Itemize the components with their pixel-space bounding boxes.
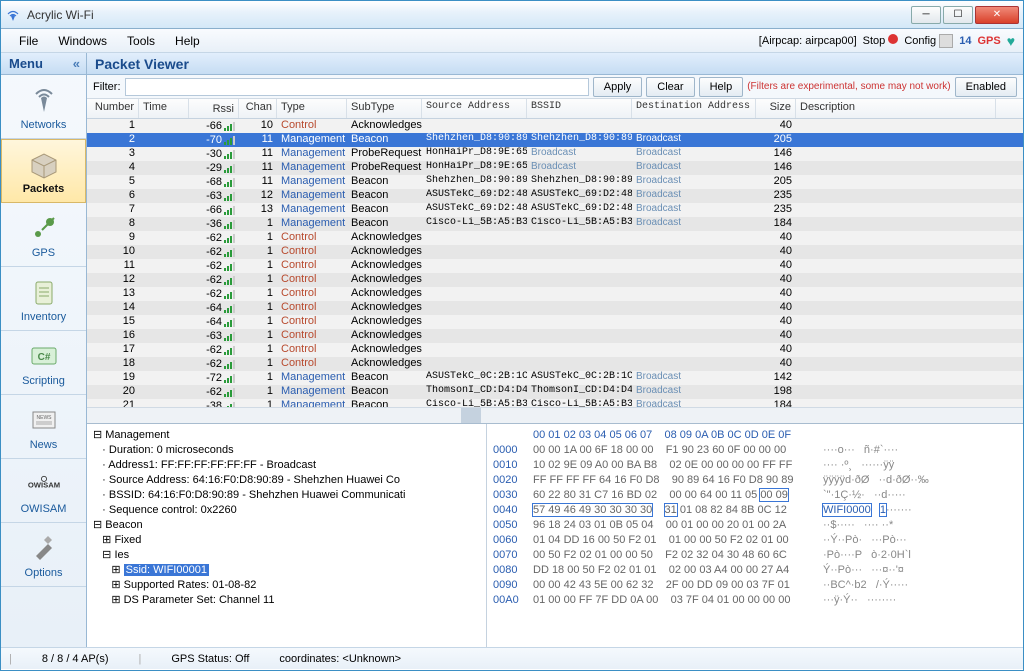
table-row[interactable]: 6-6312ManagementBeaconASUSTekC_69:D2:48A… — [87, 189, 1023, 203]
sidebar-item-options[interactable]: Options — [1, 523, 86, 587]
col-size[interactable]: Size — [756, 99, 796, 118]
table-row[interactable]: 7-6613ManagementBeaconASUSTekC_69:D2:48A… — [87, 203, 1023, 217]
table-row[interactable]: 14-641ControlAcknowledges40 — [87, 301, 1023, 315]
grid-header[interactable]: Number Time Rssi Chan Type SubType Sourc… — [87, 99, 1023, 119]
antenna-icon — [27, 83, 61, 117]
help-button[interactable]: Help — [699, 77, 744, 97]
col-number[interactable]: Number — [87, 99, 139, 118]
table-row[interactable]: 4-2911ManagementProbeRequestHonHaiPr_D8:… — [87, 161, 1023, 175]
col-time[interactable]: Time — [139, 99, 189, 118]
col-subtype[interactable]: SubType — [347, 99, 422, 118]
hex-pane[interactable]: 0000001000200030004000500060007000800090… — [487, 424, 1023, 647]
status-gps: GPS Status: Off — [171, 653, 249, 665]
col-desc[interactable]: Description — [796, 99, 996, 118]
satellite-icon — [27, 211, 61, 245]
ap-count: 14 — [959, 35, 971, 47]
menubar: File Windows Tools Help [Airpcap: airpca… — [1, 29, 1023, 53]
sidebar-item-gps[interactable]: GPS — [1, 203, 86, 267]
menu-help[interactable]: Help — [165, 31, 210, 51]
sidebar-header[interactable]: Menu« — [1, 53, 86, 75]
svg-text:NEWS: NEWS — [36, 415, 52, 421]
table-row[interactable]: 3-3011ManagementProbeRequestHonHaiPr_D8:… — [87, 147, 1023, 161]
filter-bar: Filter: Apply Clear Help (Filters are ex… — [87, 75, 1023, 99]
sidebar: Menu« Networks Packets GPS Inventory C# … — [1, 53, 87, 647]
menu-windows[interactable]: Windows — [48, 31, 117, 51]
minimize-button[interactable]: ─ — [911, 6, 941, 24]
statusbar: | 8 / 8 / 4 AP(s) | GPS Status: Off coor… — [1, 647, 1023, 669]
col-dest[interactable]: Destination Address — [632, 99, 756, 118]
filter-warning: (Filters are experimental, some may not … — [747, 81, 950, 92]
clipboard-icon — [27, 275, 61, 309]
col-bssid[interactable]: BSSID — [527, 99, 632, 118]
table-row[interactable]: 17-621ControlAcknowledges40 — [87, 343, 1023, 357]
menu-file[interactable]: File — [9, 31, 48, 51]
main-panel: Packet Viewer Filter: Apply Clear Help (… — [87, 53, 1023, 647]
airpcap-status: [Airpcap: airpcap00] — [759, 35, 857, 47]
table-row[interactable]: 1-6610ControlAcknowledges40 — [87, 119, 1023, 133]
table-row[interactable]: 11-621ControlAcknowledges40 — [87, 259, 1023, 273]
tools-icon — [27, 531, 61, 565]
table-row[interactable]: 15-641ControlAcknowledges40 — [87, 315, 1023, 329]
table-row[interactable]: 12-621ControlAcknowledges40 — [87, 273, 1023, 287]
horizontal-scrollbar[interactable] — [87, 407, 1023, 423]
table-row[interactable]: 9-621ControlAcknowledges40 — [87, 231, 1023, 245]
sidebar-item-networks[interactable]: Networks — [1, 75, 86, 139]
detail-split: ⊟ Management · Duration: 0 microseconds … — [87, 424, 1023, 647]
grid-body[interactable]: 1-6610ControlAcknowledges402-7011Managem… — [87, 119, 1023, 407]
app-title: Acrylic Wi-Fi — [27, 8, 94, 22]
table-row[interactable]: 21-381ManagementBeaconCisco-Li_5B:A5:B3C… — [87, 399, 1023, 407]
sidebar-item-scripting[interactable]: C# Scripting — [1, 331, 86, 395]
sidebar-item-packets[interactable]: Packets — [1, 139, 86, 203]
table-row[interactable]: 5-6811ManagementBeaconShehzhen_D8:90:89S… — [87, 175, 1023, 189]
config-icon — [939, 34, 953, 48]
owisam-icon: OWISAM — [27, 467, 61, 501]
svg-text:C#: C# — [37, 352, 50, 363]
maximize-button[interactable]: ☐ — [943, 6, 973, 24]
sidebar-item-owisam[interactable]: OWISAM OWISAM — [1, 459, 86, 523]
col-chan[interactable]: Chan — [239, 99, 277, 118]
clear-button[interactable]: Clear — [646, 77, 694, 97]
sidebar-item-news[interactable]: NEWS News — [1, 395, 86, 459]
col-type[interactable]: Type — [277, 99, 347, 118]
status-aps: 8 / 8 / 4 AP(s) — [42, 653, 109, 665]
apply-button[interactable]: Apply — [593, 77, 643, 97]
sidebar-item-inventory[interactable]: Inventory — [1, 267, 86, 331]
table-row[interactable]: 10-621ControlAcknowledges40 — [87, 245, 1023, 259]
col-source[interactable]: Source Address — [422, 99, 527, 118]
table-row[interactable]: 16-631ControlAcknowledges40 — [87, 329, 1023, 343]
filter-label: Filter: — [93, 81, 121, 93]
enabled-button[interactable]: Enabled — [955, 77, 1017, 97]
stop-button[interactable]: Stop — [863, 34, 899, 47]
heart-icon: ♥ — [1007, 33, 1015, 49]
box-icon — [27, 147, 61, 181]
table-row[interactable]: 19-721ManagementBeaconASUSTekC_0C:2B:1CA… — [87, 371, 1023, 385]
table-row[interactable]: 20-621ManagementBeaconThomsonI_CD:D4:D4T… — [87, 385, 1023, 399]
app-icon — [5, 7, 21, 23]
table-row[interactable]: 13-621ControlAcknowledges40 — [87, 287, 1023, 301]
titlebar: Acrylic Wi-Fi ─ ☐ ✕ — [1, 1, 1023, 29]
gps-indicator: GPS — [977, 35, 1000, 47]
table-row[interactable]: 2-7011ManagementBeaconShehzhen_D8:90:89S… — [87, 133, 1023, 147]
tree-ssid-line[interactable]: ⊞ Ssid: WIFI00001 — [93, 563, 480, 578]
menu-tools[interactable]: Tools — [117, 31, 165, 51]
tree-pane[interactable]: ⊟ Management · Duration: 0 microseconds … — [87, 424, 487, 647]
config-button[interactable]: Config — [904, 34, 953, 48]
status-coords: coordinates: <Unknown> — [279, 653, 401, 665]
col-rssi[interactable]: Rssi — [189, 99, 239, 118]
record-icon — [888, 34, 898, 44]
news-icon: NEWS — [27, 403, 61, 437]
csharp-icon: C# — [27, 339, 61, 373]
table-row[interactable]: 8-361ManagementBeaconCisco-Li_5B:A5:B3Ci… — [87, 217, 1023, 231]
close-button[interactable]: ✕ — [975, 6, 1019, 24]
filter-input[interactable] — [125, 78, 589, 96]
table-row[interactable]: 18-621ControlAcknowledges40 — [87, 357, 1023, 371]
panel-title: Packet Viewer — [87, 53, 1023, 75]
packet-grid: Number Time Rssi Chan Type SubType Sourc… — [87, 99, 1023, 424]
chevron-left-icon: « — [73, 56, 80, 71]
selected-ssid[interactable]: Ssid: WIFI00001 — [124, 564, 209, 576]
